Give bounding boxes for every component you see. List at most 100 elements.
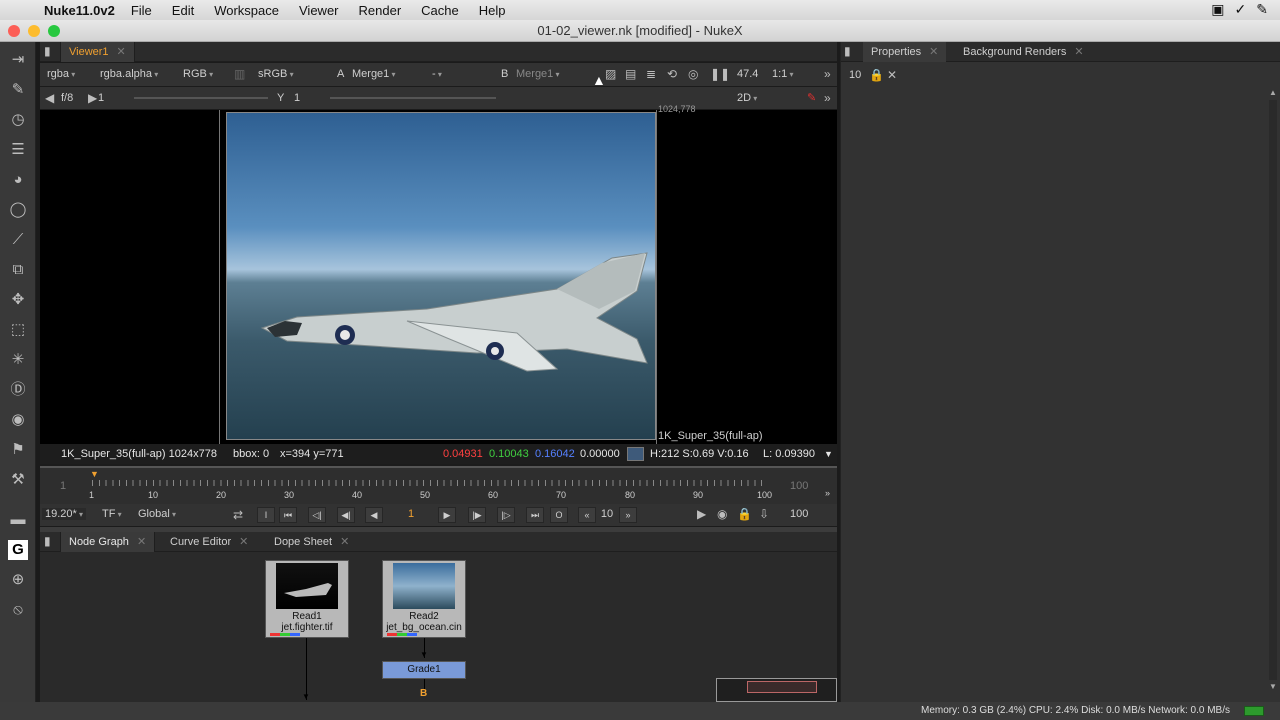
image-nodes-icon[interactable]: ⇥ bbox=[8, 50, 28, 70]
close-window-button[interactable] bbox=[8, 25, 20, 37]
timeline[interactable]: 1 ▼ 1 10 20 30 40 50 60 70 80 90 100 100… bbox=[40, 466, 837, 504]
scroll-up-icon[interactable]: ▲ bbox=[1269, 88, 1277, 97]
roi-icon[interactable]: ◎ bbox=[688, 63, 698, 85]
nukex-icon[interactable]: ⦸ bbox=[8, 600, 28, 620]
gamma-slider[interactable] bbox=[330, 97, 496, 99]
next-keyframe-button[interactable]: |▷ bbox=[497, 507, 515, 523]
node-graph-canvas[interactable]: Read1 jet.fighter.tif Read2 jet_bg_ocean… bbox=[40, 552, 837, 702]
wipe-operation-dropdown[interactable]: - bbox=[432, 63, 488, 85]
expand-toolbar-icon[interactable]: » bbox=[824, 63, 831, 85]
timeline-expand-icon[interactable]: » bbox=[825, 488, 830, 498]
scroll-down-icon[interactable]: ▼ bbox=[1269, 682, 1277, 691]
pen-icon[interactable]: ✎ bbox=[1256, 1, 1268, 18]
transform-nodes-icon[interactable]: ✥ bbox=[8, 290, 28, 310]
deep-nodes-icon[interactable]: Ⓓ bbox=[8, 380, 28, 400]
panel-menu-2-icon[interactable]: ▮ bbox=[44, 534, 51, 548]
color-nodes-icon[interactable]: ◕ bbox=[8, 170, 28, 190]
tab-background-renders[interactable]: Background Renders ✕ bbox=[955, 42, 1092, 62]
close-tab-icon[interactable]: ✕ bbox=[1074, 46, 1083, 58]
menu-render[interactable]: Render bbox=[359, 3, 402, 18]
skip-back-button[interactable]: « bbox=[578, 507, 596, 523]
menu-help[interactable]: Help bbox=[479, 3, 506, 18]
gain-value[interactable]: 1 bbox=[98, 87, 104, 109]
grade1-node[interactable]: Grade1 bbox=[382, 661, 466, 679]
particles-nodes-icon[interactable]: ✳ bbox=[8, 350, 28, 370]
prev-frame-button[interactable]: ◀| bbox=[337, 507, 355, 523]
read2-node[interactable]: Read2 jet_bg_ocean.cin bbox=[382, 560, 466, 638]
check-circle-icon[interactable]: ✓ bbox=[1235, 1, 1247, 18]
menu-viewer[interactable]: Viewer bbox=[299, 3, 339, 18]
input-process-icon[interactable]: ⇩ bbox=[759, 507, 769, 521]
other-nodes-icon[interactable]: ▬ bbox=[8, 510, 28, 530]
read1-node[interactable]: Read1 jet.fighter.tif bbox=[265, 560, 349, 638]
range-mode-dropdown[interactable]: Global bbox=[138, 508, 176, 520]
gizmo-icon[interactable]: G bbox=[8, 540, 28, 560]
next-frame-button[interactable]: |▶ bbox=[468, 507, 486, 523]
zoom-percent[interactable]: 47.4 bbox=[737, 63, 758, 85]
alpha-channel-dropdown[interactable]: rgba.alpha bbox=[100, 63, 158, 85]
expand-toolbar-2-icon[interactable]: » bbox=[824, 87, 831, 109]
close-tab-icon[interactable]: ✕ bbox=[117, 46, 126, 58]
lock-icon[interactable]: 🔒 bbox=[737, 507, 752, 521]
menu-workspace[interactable]: Workspace bbox=[214, 3, 279, 18]
stack-icon[interactable]: ≣ bbox=[646, 63, 656, 85]
3d-nodes-icon[interactable]: ⬚ bbox=[8, 320, 28, 340]
viewer-lut-dropdown[interactable]: sRGB bbox=[258, 63, 294, 85]
set-out-point-button[interactable]: O bbox=[550, 507, 568, 523]
refresh-icon[interactable]: ⟲ bbox=[667, 63, 677, 85]
close-tab-icon[interactable]: ✕ bbox=[239, 536, 248, 548]
set-in-point-button[interactable]: I bbox=[257, 507, 275, 523]
camera-icon[interactable]: ▣ bbox=[1211, 1, 1224, 18]
max-panels-field[interactable]: 10 bbox=[849, 69, 861, 81]
last-frame-button[interactable]: ⏭ bbox=[526, 507, 544, 523]
wipe-icon[interactable]: ▨ bbox=[605, 63, 616, 85]
gamma-value[interactable]: 1 bbox=[294, 87, 300, 109]
minimize-window-button[interactable] bbox=[28, 25, 40, 37]
close-tab-icon[interactable]: ✕ bbox=[137, 536, 146, 548]
fps-field[interactable]: 19.20* bbox=[42, 508, 87, 520]
playhead-marker-icon[interactable]: ▼ bbox=[90, 469, 99, 479]
gain-decrease-icon[interactable]: ◀ bbox=[45, 87, 54, 109]
keyer-nodes-icon[interactable]: ⟋ bbox=[8, 230, 28, 250]
clear-panels-icon[interactable]: ✕ bbox=[887, 68, 897, 82]
end-frame-field[interactable]: 100 bbox=[790, 508, 808, 520]
lock-panels-icon[interactable]: 🔒 bbox=[869, 68, 884, 82]
zoom-ratio-dropdown[interactable]: 1:1 bbox=[772, 63, 794, 85]
minimap-viewport[interactable] bbox=[747, 681, 817, 693]
paint-brush-icon[interactable]: ✎ bbox=[807, 87, 816, 109]
timeline-out-frame[interactable]: 100 bbox=[790, 480, 808, 492]
play-backward-button[interactable]: ◀ bbox=[365, 507, 383, 523]
frame-increment-field[interactable]: 10 bbox=[598, 508, 616, 520]
menu-file[interactable]: File bbox=[131, 3, 152, 18]
panel-menu-icon[interactable]: ▮ bbox=[44, 44, 51, 58]
time-nodes-icon[interactable]: ◷ bbox=[8, 110, 28, 130]
input-a-dropdown[interactable]: Merge1 bbox=[352, 63, 396, 85]
loop-mode-icon[interactable]: ⇄ bbox=[233, 508, 243, 522]
tab-properties[interactable]: Properties ✕ bbox=[863, 42, 947, 62]
app-name-menu[interactable]: Nuke11.0v2 bbox=[44, 3, 115, 18]
timecode-mode-dropdown[interactable]: TF bbox=[102, 508, 122, 520]
navigator-minimap[interactable] bbox=[716, 678, 837, 702]
view-mode-dropdown[interactable]: 2D bbox=[737, 87, 757, 109]
record-icon[interactable]: ◉ bbox=[717, 507, 727, 521]
merge-nodes-icon[interactable]: ⧉ bbox=[8, 260, 28, 280]
timeline-in-frame[interactable]: 1 bbox=[60, 480, 66, 492]
gain-slider[interactable] bbox=[134, 97, 268, 99]
clipping-warning-icon[interactable]: ▥ bbox=[234, 63, 245, 85]
menu-edit[interactable]: Edit bbox=[172, 3, 194, 18]
close-tab-icon[interactable]: ✕ bbox=[340, 536, 349, 548]
globe-icon[interactable]: ⊕ bbox=[8, 570, 28, 590]
prev-keyframe-button[interactable]: ◁| bbox=[308, 507, 326, 523]
channel-nodes-icon[interactable]: ☰ bbox=[8, 140, 28, 160]
current-frame-field[interactable]: 1 bbox=[396, 508, 426, 520]
zoom-window-button[interactable] bbox=[48, 25, 60, 37]
first-frame-button[interactable]: ⏮ bbox=[279, 507, 297, 523]
tab-curve-editor[interactable]: Curve Editor ✕ bbox=[162, 532, 256, 552]
draw-nodes-icon[interactable]: ✎ bbox=[8, 80, 28, 100]
display-channels-dropdown[interactable]: RGB bbox=[183, 63, 213, 85]
metadata-nodes-icon[interactable]: ⚑ bbox=[8, 440, 28, 460]
menu-cache[interactable]: Cache bbox=[421, 3, 459, 18]
close-tab-icon[interactable]: ✕ bbox=[929, 46, 938, 58]
properties-scrollbar[interactable] bbox=[1269, 100, 1277, 680]
filter-nodes-icon[interactable]: ◯ bbox=[8, 200, 28, 220]
